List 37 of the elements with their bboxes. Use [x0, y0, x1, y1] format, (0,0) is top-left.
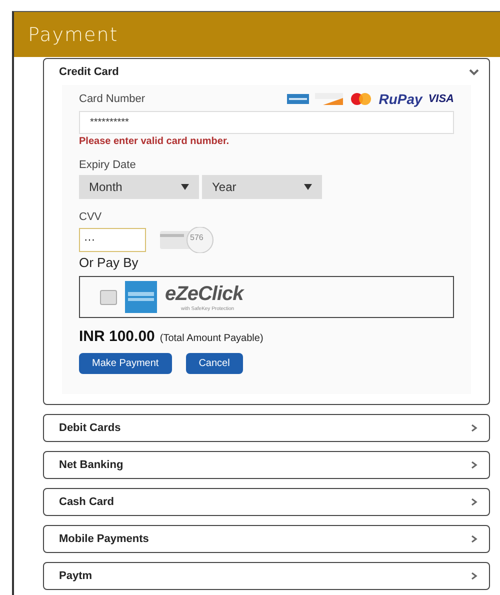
dropdown-arrow-icon — [181, 184, 189, 190]
amount-note: (Total Amount Payable) — [160, 333, 264, 344]
year-dropdown[interactable]: Year — [202, 175, 322, 199]
card-logo-icon — [125, 281, 157, 313]
chevron-right-icon[interactable] — [469, 571, 479, 581]
or-pay-by-label: Or Pay By — [79, 255, 140, 270]
dropdown-arrow-icon — [304, 184, 312, 190]
chevron-right-icon[interactable] — [469, 423, 479, 433]
field-label: CVV — [79, 211, 103, 223]
field-label: Card Number — [79, 93, 146, 105]
make-payment-button[interactable]: Make Payment — [79, 353, 172, 374]
month-dropdown[interactable]: Month — [79, 175, 199, 199]
chevron-down-icon[interactable] — [469, 67, 479, 77]
panel-title[interactable]: Credit Card — [59, 66, 119, 78]
panel-title[interactable]: Paytm — [59, 570, 92, 582]
panel-title[interactable]: Mobile Payments — [59, 533, 149, 545]
panel-title[interactable]: Net Banking — [59, 459, 124, 471]
error-message: Please enter valid card number. — [79, 136, 230, 147]
chevron-right-icon[interactable] — [469, 534, 479, 544]
chevron-right-icon[interactable] — [469, 460, 479, 470]
visa-logo: VISA — [428, 93, 454, 105]
card-logo-icon — [286, 94, 309, 104]
field-label: Expiry Date — [79, 159, 137, 171]
panel-title[interactable]: Debit Cards — [59, 422, 121, 434]
ezeclick-logo: eZeClick — [165, 282, 244, 306]
cvv-hint-card: 576 — [160, 227, 230, 253]
card-logo-icon — [348, 93, 373, 105]
panel-title[interactable]: Cash Card — [59, 496, 114, 508]
amount: INR 100.00 — [79, 328, 155, 345]
card-logo-icon — [314, 93, 343, 105]
cvv-field[interactable]: ··· — [79, 228, 146, 252]
rupay-logo: RuPay — [378, 91, 422, 107]
checkbox[interactable] — [100, 290, 117, 304]
card-number-field[interactable]: ********** — [79, 111, 454, 134]
cancel-button[interactable]: Cancel — [186, 353, 243, 374]
chevron-right-icon[interactable] — [469, 497, 479, 507]
page-title: Payment — [28, 24, 118, 46]
